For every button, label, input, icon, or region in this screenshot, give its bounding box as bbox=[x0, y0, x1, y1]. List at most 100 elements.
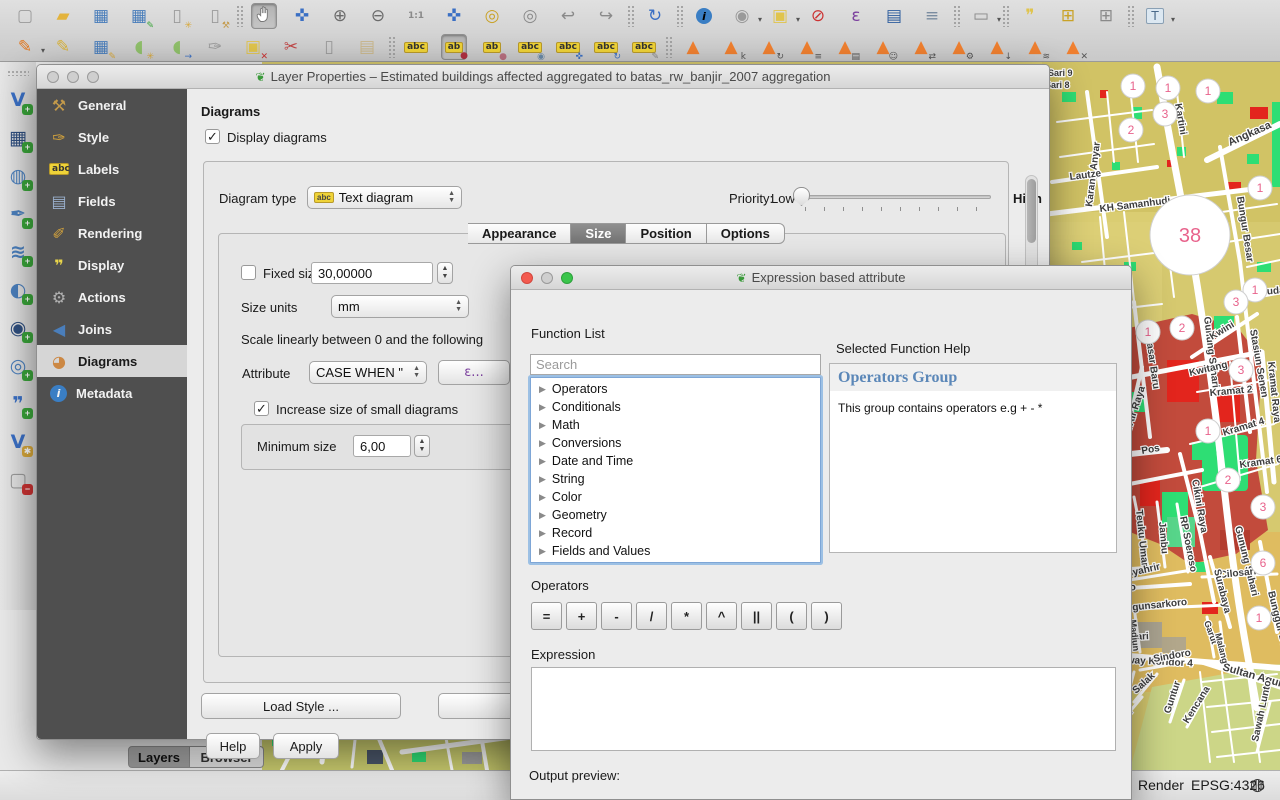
diagram-marker[interactable]: 2 bbox=[1119, 118, 1143, 142]
expand-triangle-icon[interactable]: ▶ bbox=[539, 492, 546, 503]
diagram-marker[interactable]: 1 bbox=[1248, 176, 1272, 200]
map-tips-icon[interactable]: ❞ bbox=[1017, 3, 1043, 29]
grass-open-mapset-icon[interactable]: ▲ bbox=[680, 34, 706, 60]
search-input[interactable]: Search bbox=[530, 354, 821, 375]
tree-item[interactable]: ▶ Fields and Values bbox=[531, 542, 820, 560]
tree-item[interactable]: ▶ Record bbox=[531, 524, 820, 542]
highlight-pinned-labels-icon[interactable]: ab ● bbox=[479, 34, 505, 60]
add-postgis-layer-icon[interactable]: ◍ + bbox=[4, 162, 32, 190]
paste-features-icon[interactable]: ▤ bbox=[354, 34, 380, 60]
pan-to-selection-icon[interactable]: ✜ bbox=[289, 3, 315, 29]
grass-tools-icon[interactable]: ▲ ≡ bbox=[794, 34, 820, 60]
measure-icon[interactable]: ▭ ▾ bbox=[968, 3, 994, 29]
layer-properties-titlebar[interactable]: ❦ Layer Properties – Estimated buildings… bbox=[37, 65, 1049, 89]
select-features-icon[interactable]: ▣ ▾ bbox=[767, 3, 793, 29]
expand-triangle-icon[interactable]: ▶ bbox=[539, 510, 546, 521]
grass-settings-icon[interactable]: ▲ ⚙ bbox=[946, 34, 972, 60]
select-by-expression-icon[interactable]: ε bbox=[843, 3, 869, 29]
tree-item[interactable]: ▶ String bbox=[531, 470, 820, 488]
sidebar-item-metadata[interactable]: i Metadata bbox=[37, 377, 187, 409]
pan-map-icon[interactable] bbox=[251, 3, 277, 29]
rotate-label-icon[interactable]: abc ↻ bbox=[593, 34, 619, 60]
tab-options[interactable]: Options bbox=[707, 223, 785, 244]
grass-database-icon[interactable]: ▲ ≋ bbox=[1022, 34, 1048, 60]
zoom-to-selection-icon[interactable]: ◎ bbox=[479, 3, 505, 29]
node-tool-icon[interactable]: ✑ bbox=[202, 34, 228, 60]
operator-button[interactable]: ) bbox=[811, 602, 842, 630]
diagram-marker[interactable]: 38 bbox=[1150, 195, 1230, 275]
grass-edit-region-icon[interactable]: ▲ ⇄ bbox=[908, 34, 934, 60]
grass-close-mapset-icon[interactable]: ▲ ↻ bbox=[756, 34, 782, 60]
diagram-marker[interactable]: 2 bbox=[1216, 468, 1240, 492]
diagram-marker[interactable]: 1 bbox=[1196, 79, 1220, 103]
sidebar-item-display[interactable]: ❞ Display bbox=[37, 249, 187, 281]
close-button[interactable] bbox=[47, 71, 59, 83]
fixed-size-checkbox[interactable] bbox=[241, 265, 256, 280]
refresh-map-icon[interactable]: ↻ bbox=[642, 3, 668, 29]
operator-button[interactable]: || bbox=[741, 602, 772, 630]
sidebar-item-rendering[interactable]: ✐ Rendering bbox=[37, 217, 187, 249]
minimize-button[interactable] bbox=[541, 272, 553, 284]
add-wms-layer-icon[interactable]: ◐ + bbox=[4, 276, 32, 304]
run-feature-action-icon[interactable]: ◉ ▾ bbox=[729, 3, 755, 29]
diagram-marker[interactable]: 1 bbox=[1247, 606, 1271, 630]
remove-layer-icon[interactable]: ▢ − bbox=[4, 466, 32, 494]
scrollbar-thumb[interactable] bbox=[1027, 179, 1036, 243]
expand-triangle-icon[interactable]: ▶ bbox=[539, 528, 546, 539]
identify-features-icon[interactable]: i bbox=[691, 3, 717, 29]
show-bookmarks-icon[interactable]: ⊞ bbox=[1093, 3, 1119, 29]
operator-button[interactable]: - bbox=[601, 602, 632, 630]
cut-features-icon[interactable]: ✂ bbox=[278, 34, 304, 60]
minimize-button[interactable] bbox=[67, 71, 79, 83]
toolbar-drag-handle[interactable] bbox=[7, 70, 29, 76]
grass-vector-icon[interactable]: ▲ ✕ bbox=[1060, 34, 1086, 60]
change-label-icon[interactable]: abc ✎ bbox=[631, 34, 657, 60]
operator-button[interactable]: + bbox=[566, 602, 597, 630]
tree-item[interactable]: ▶ Color bbox=[531, 488, 820, 506]
tree-item[interactable]: ▶ Date and Time bbox=[531, 452, 820, 470]
tab-appearance[interactable]: Appearance bbox=[468, 223, 571, 244]
new-composer-icon[interactable]: ▯ ✳ bbox=[164, 3, 190, 29]
diagram-type-dropdown[interactable]: abc Text diagram ▲▼ bbox=[307, 186, 462, 209]
tree-item[interactable]: ▶ Conversions bbox=[531, 434, 820, 452]
minimum-size-stepper[interactable]: ▲▼ bbox=[414, 435, 430, 457]
new-shapefile-layer-icon[interactable]: V ✱ bbox=[4, 428, 32, 456]
sidebar-item-style[interactable]: ✑ Style bbox=[37, 121, 187, 153]
sidebar-item-fields[interactable]: ▤ Fields bbox=[37, 185, 187, 217]
operator-button[interactable]: ^ bbox=[706, 602, 737, 630]
diagram-marker[interactable]: 6 bbox=[1251, 551, 1275, 575]
operator-button[interactable]: / bbox=[636, 602, 667, 630]
crs-globe-icon[interactable]: ◍ bbox=[1250, 775, 1265, 795]
new-project-icon[interactable]: ▢ bbox=[12, 3, 38, 29]
new-bookmark-icon[interactable]: ⊞ bbox=[1055, 3, 1081, 29]
add-delimited-text-layer-icon[interactable]: ❞ + bbox=[4, 390, 32, 418]
deselect-features-icon[interactable]: ⊘ bbox=[805, 3, 831, 29]
add-feature-icon[interactable]: ◖ ✳ bbox=[126, 34, 152, 60]
expand-triangle-icon[interactable]: ▶ bbox=[539, 456, 546, 467]
toggle-editing-icon[interactable]: ✎ bbox=[50, 34, 76, 60]
diagram-marker[interactable]: 1 bbox=[1196, 419, 1220, 443]
sidebar-item-labels[interactable]: abc Labels bbox=[37, 153, 187, 185]
priority-slider-track[interactable] bbox=[799, 195, 991, 199]
diagram-marker[interactable]: 1 bbox=[1136, 320, 1160, 344]
zoom-full-icon[interactable]: ✜ bbox=[441, 3, 467, 29]
expression-editor[interactable] bbox=[531, 667, 1116, 751]
expression-titlebar[interactable]: ❦ Expression based attribute bbox=[511, 266, 1131, 290]
open-project-icon[interactable]: ▰ bbox=[50, 3, 76, 29]
fixed-size-input[interactable]: 30,00000 bbox=[311, 262, 433, 284]
pin-label-icon[interactable]: ab ● bbox=[441, 34, 467, 60]
diagram-marker[interactable]: 2 bbox=[1170, 316, 1194, 340]
diagram-marker[interactable]: 3 bbox=[1229, 358, 1253, 382]
apply-button[interactable]: Apply bbox=[273, 733, 339, 759]
zoom-button[interactable] bbox=[87, 71, 99, 83]
grass-user-icon[interactable]: ▲ ☺ bbox=[870, 34, 896, 60]
operator-button[interactable]: ( bbox=[776, 602, 807, 630]
add-wcs-layer-icon[interactable]: ◉ + bbox=[4, 314, 32, 342]
expand-triangle-icon[interactable]: ▶ bbox=[539, 474, 546, 485]
zoom-next-icon[interactable]: ↪ bbox=[593, 3, 619, 29]
render-label[interactable]: Render bbox=[1138, 777, 1184, 793]
increase-size-checkbox[interactable]: ✓ bbox=[254, 401, 269, 416]
show-hide-labels-icon[interactable]: abc ◉ bbox=[517, 34, 543, 60]
diagram-marker[interactable]: 3 bbox=[1153, 102, 1177, 126]
copy-features-icon[interactable]: ▯ bbox=[316, 34, 342, 60]
